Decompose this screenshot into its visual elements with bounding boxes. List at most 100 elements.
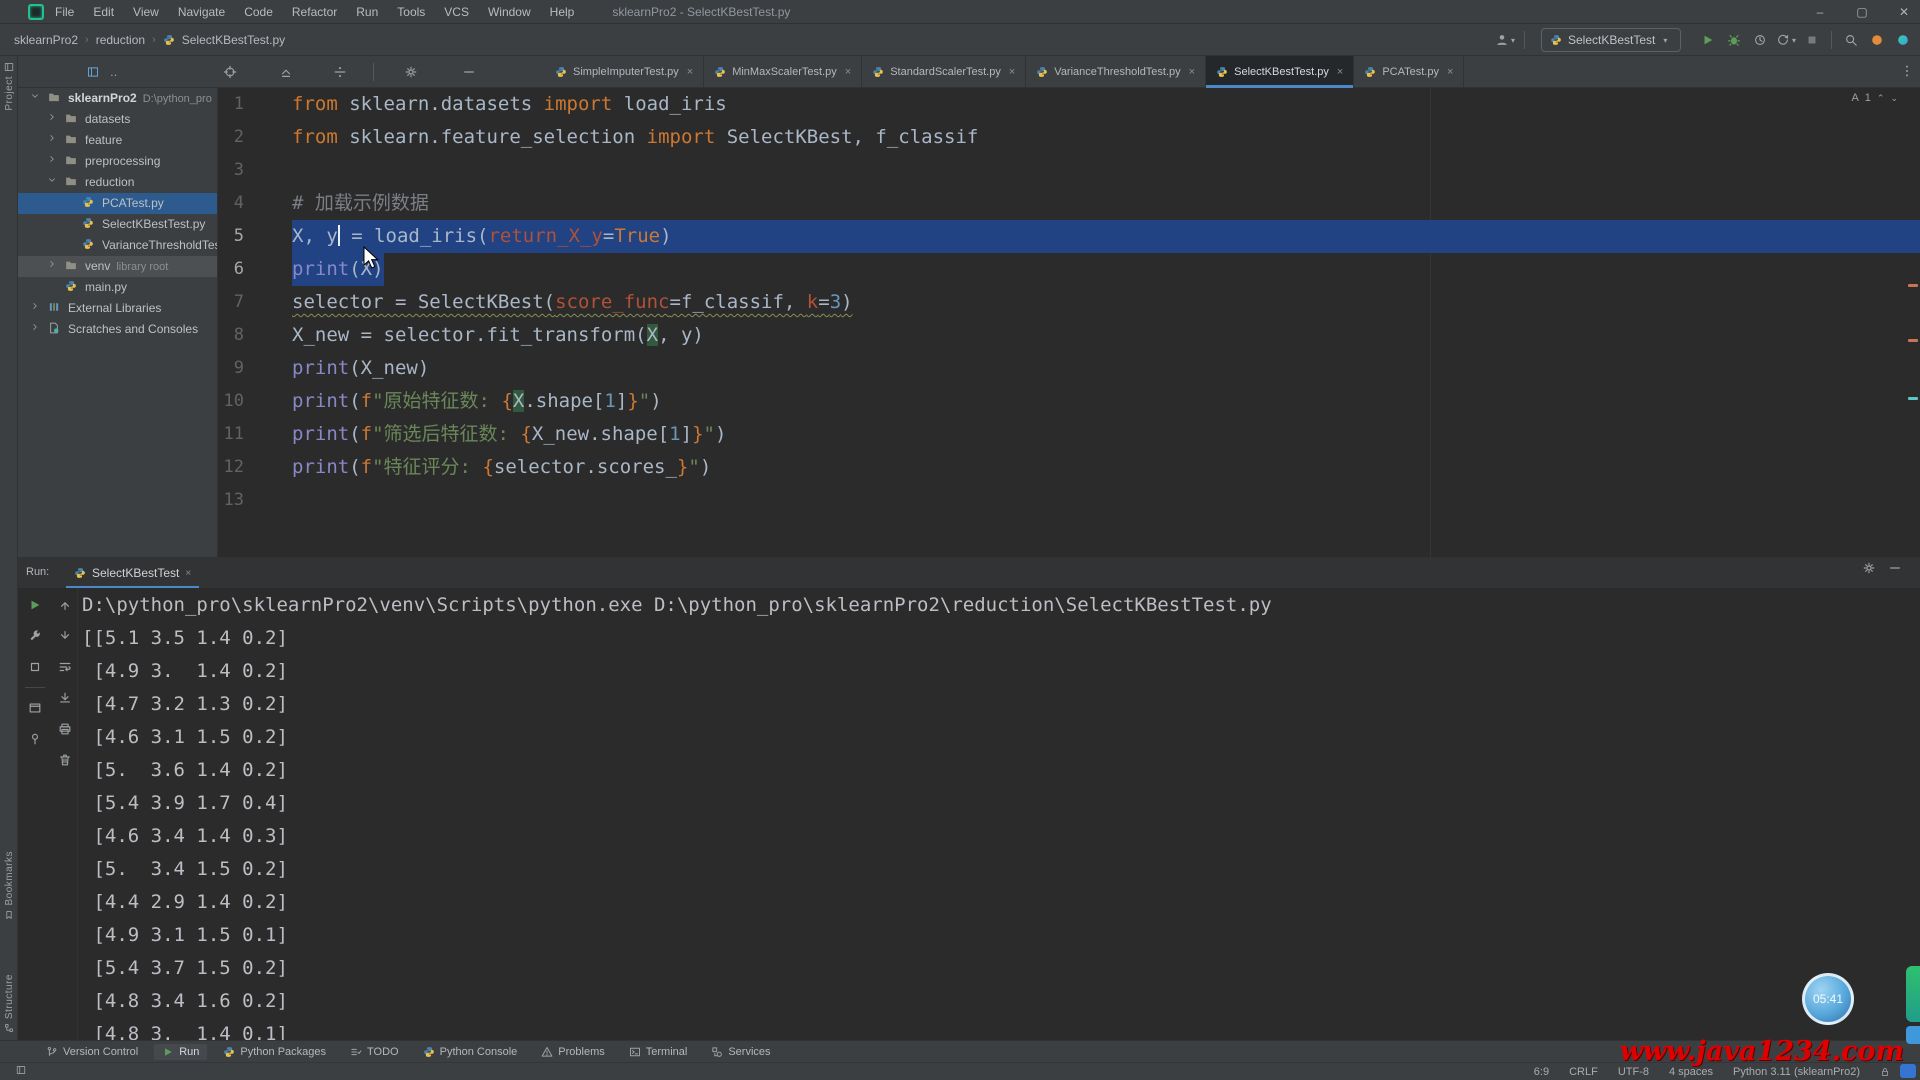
indent-setting[interactable]: 4 spaces: [1669, 1066, 1713, 1078]
toolwindow-python-console[interactable]: Python Console: [415, 1044, 526, 1060]
clear-all-button[interactable]: [54, 749, 76, 771]
menu-window[interactable]: Window: [488, 5, 531, 19]
chevron-down-icon[interactable]: ⌄: [1890, 93, 1898, 104]
project-tree-panel[interactable]: sklearnPro2D:\python_prodatasetsfeaturep…: [18, 88, 218, 557]
close-icon[interactable]: ×: [185, 568, 191, 579]
soft-wrap-button[interactable]: [54, 656, 76, 678]
collapse-all-button[interactable]: [273, 60, 299, 84]
toolwindow-terminal[interactable]: Terminal: [621, 1044, 696, 1060]
tree-item-preprocessing[interactable]: preprocessing: [18, 151, 217, 172]
error-stripe-mark[interactable]: [1908, 339, 1918, 342]
close-button[interactable]: ✕: [1896, 5, 1912, 19]
debug-button[interactable]: [1721, 28, 1747, 52]
code-editor[interactable]: 1from sklearn.datasets import load_iris2…: [218, 88, 1920, 557]
menu-vcs[interactable]: VCS: [444, 5, 469, 19]
chevron-down-icon[interactable]: [30, 91, 40, 101]
toolwindow-version-control[interactable]: Version Control: [38, 1044, 146, 1060]
hide-panel-button[interactable]: [456, 60, 482, 84]
restore-layout-button[interactable]: [24, 697, 46, 719]
next-occurrence-button[interactable]: [54, 625, 76, 647]
project-view-button[interactable]: [80, 60, 106, 84]
tree-item-scratches-and-consoles[interactable]: Scratches and Consoles: [18, 319, 217, 340]
menu-run[interactable]: Run: [356, 5, 378, 19]
chevron-right-icon[interactable]: [47, 112, 57, 122]
hide-icon[interactable]: [1888, 561, 1902, 575]
chevron-right-icon[interactable]: [30, 301, 40, 311]
scroll-to-end-button[interactable]: [54, 687, 76, 709]
run-config-selector[interactable]: SelectKBestTest ▾: [1541, 28, 1681, 52]
menu-view[interactable]: View: [133, 5, 159, 19]
tree-item-sklearnpro2[interactable]: sklearnPro2D:\python_pro: [18, 88, 217, 109]
select-opened-file-button[interactable]: [217, 60, 243, 84]
stop-button[interactable]: [1799, 28, 1825, 52]
tab-pcatest-py[interactable]: PCATest.py×: [1354, 56, 1464, 88]
toolwindow-run[interactable]: Run: [154, 1044, 207, 1060]
breadcrumb-item[interactable]: SelectKBestTest.py: [182, 33, 285, 47]
tab-selectkbesttest-py[interactable]: SelectKBestTest.py×: [1206, 56, 1354, 88]
python-interpreter[interactable]: Python 3.11 (sklearnPro2): [1733, 1066, 1860, 1078]
close-icon[interactable]: ×: [1189, 66, 1195, 78]
menu-file[interactable]: File: [55, 5, 74, 19]
tab-simpleimputertest-py[interactable]: SimpleImputerTest.py×: [545, 56, 704, 88]
prev-occurrence-button[interactable]: [54, 594, 76, 616]
sidebar-item-structure[interactable]: Structure: [0, 974, 18, 1033]
close-icon[interactable]: ×: [687, 66, 693, 78]
tree-item-external-libraries[interactable]: External Libraries: [18, 298, 217, 319]
inspections-widget[interactable]: A 1 ⌃ ⌄: [1851, 92, 1898, 104]
run-with-coverage-button[interactable]: ▾: [1773, 28, 1799, 52]
rerun-button[interactable]: [24, 594, 46, 616]
menu-navigate[interactable]: Navigate: [178, 5, 225, 19]
menu-refactor[interactable]: Refactor: [292, 5, 337, 19]
minimize-button[interactable]: –: [1812, 5, 1828, 19]
tab-standardscalertest-py[interactable]: StandardScalerTest.py×: [862, 56, 1026, 88]
run-button[interactable]: [1695, 28, 1721, 52]
edit-config-button[interactable]: [24, 625, 46, 647]
maximize-button[interactable]: ▢: [1854, 5, 1870, 19]
assistant-button[interactable]: [1890, 28, 1916, 52]
close-icon[interactable]: ×: [1009, 66, 1015, 78]
tool-window-switcher-icon[interactable]: [16, 1065, 26, 1075]
close-icon[interactable]: ×: [845, 66, 851, 78]
chevron-up-icon[interactable]: ⌃: [1877, 93, 1885, 104]
close-icon[interactable]: ×: [1447, 66, 1453, 78]
menu-help[interactable]: Help: [550, 5, 575, 19]
file-encoding[interactable]: UTF-8: [1618, 1066, 1649, 1078]
tree-item-datasets[interactable]: datasets: [18, 109, 217, 130]
toolwindow-todo[interactable]: TODO: [342, 1044, 407, 1060]
error-stripe-mark[interactable]: [1908, 284, 1918, 287]
search-everywhere-button[interactable]: [1838, 28, 1864, 52]
chevron-down-icon[interactable]: [47, 175, 57, 185]
toolwindow-python-packages[interactable]: Python Packages: [215, 1044, 334, 1060]
caret-position[interactable]: 6:9: [1534, 1066, 1549, 1078]
tree-item-venv[interactable]: venvlibrary root: [18, 256, 217, 277]
tree-item-feature[interactable]: feature: [18, 130, 217, 151]
error-stripe-mark[interactable]: [1908, 397, 1918, 400]
expand-collapse-button[interactable]: [327, 60, 353, 84]
user-profile-button[interactable]: ▾: [1492, 28, 1518, 52]
breadcrumb-item[interactable]: sklearnPro2: [14, 33, 78, 47]
gear-icon[interactable]: [1862, 561, 1876, 575]
menu-edit[interactable]: Edit: [93, 5, 114, 19]
notifications-button[interactable]: [1864, 28, 1890, 52]
chevron-right-icon[interactable]: [30, 322, 40, 332]
print-button[interactable]: [54, 718, 76, 740]
tree-item-pcatest-py[interactable]: PCATest.py: [18, 193, 217, 214]
toolwindow-problems[interactable]: Problems: [533, 1044, 612, 1060]
tab-minmaxscalertest-py[interactable]: MinMaxScalerTest.py×: [704, 56, 862, 88]
chevron-right-icon[interactable]: [47, 259, 57, 269]
chevron-right-icon[interactable]: [47, 154, 57, 164]
tree-item-main-py[interactable]: main.py: [18, 277, 217, 298]
stop-process-button[interactable]: [24, 656, 46, 678]
tree-item-selectkbesttest-py[interactable]: SelectKBestTest.py: [18, 214, 217, 235]
pin-tab-button[interactable]: [24, 728, 46, 750]
close-icon[interactable]: ×: [1337, 66, 1343, 78]
chevron-right-icon[interactable]: [47, 133, 57, 143]
panel-options-button[interactable]: [398, 60, 424, 84]
toolwindow-services[interactable]: Services: [703, 1044, 778, 1060]
tree-item-variancethresholdtest-py[interactable]: VarianceThresholdTest.py: [18, 235, 217, 256]
breadcrumb-item[interactable]: reduction: [96, 33, 145, 47]
more-tabs-icon[interactable]: [1900, 64, 1914, 78]
sidebar-item-bookmarks[interactable]: Bookmarks: [0, 851, 18, 920]
lock-icon[interactable]: [1880, 1067, 1890, 1077]
profiler-button[interactable]: [1747, 28, 1773, 52]
